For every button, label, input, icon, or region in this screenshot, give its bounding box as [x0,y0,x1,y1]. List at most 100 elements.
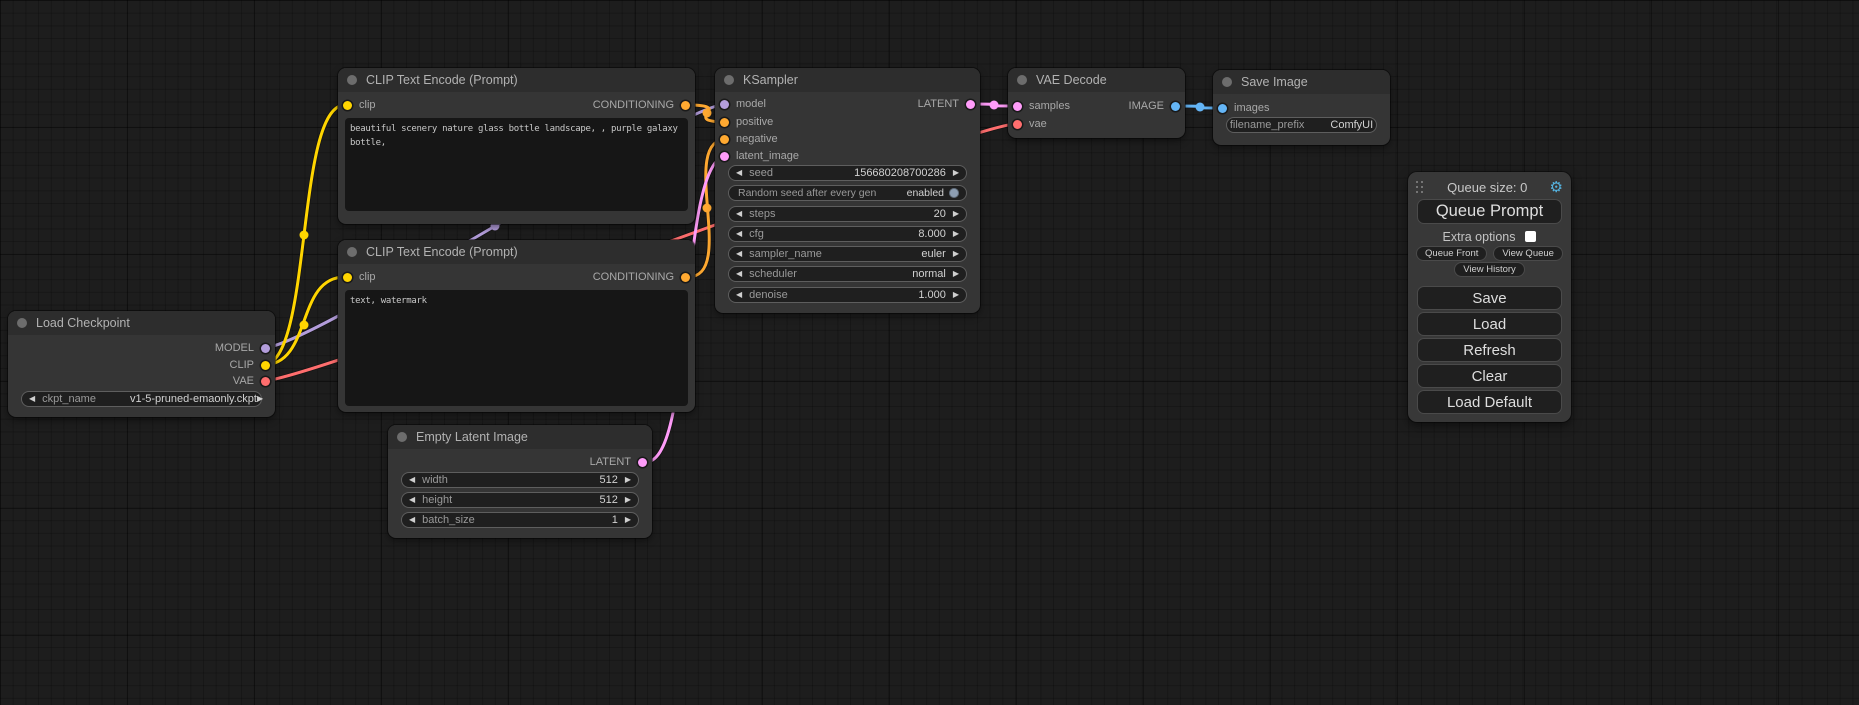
save-button[interactable]: Save [1417,286,1562,310]
node-title-bar[interactable]: KSampler [715,68,980,92]
increment-arrow-icon[interactable]: ▶ [625,516,631,524]
widget-cfg[interactable]: ◀ cfg 8.000 ▶ [728,226,967,242]
increment-arrow-icon[interactable]: ▶ [257,395,263,403]
widget-sampler-name[interactable]: ◀ sampler_name euler ▶ [728,246,967,262]
output-slot-image[interactable] [1171,102,1180,111]
node-clip-text-encode-negative[interactable]: CLIP Text Encode (Prompt) clip CONDITION… [338,240,695,412]
widget-label: height [422,494,452,506]
decrement-arrow-icon[interactable]: ◀ [736,250,742,258]
decrement-arrow-icon[interactable]: ◀ [736,270,742,278]
widget-width[interactable]: ◀ width 512 ▶ [401,472,639,488]
input-slot-images[interactable] [1218,104,1227,113]
output-slot-model[interactable] [261,344,270,353]
node-title-bar[interactable]: VAE Decode [1008,68,1185,92]
input-slot-clip[interactable] [343,273,352,282]
widget-value[interactable]: euler [921,248,945,260]
output-slot-clip[interactable] [261,361,270,370]
decrement-arrow-icon[interactable]: ◀ [409,496,415,504]
decrement-arrow-icon[interactable]: ◀ [409,476,415,484]
collapse-dot-icon[interactable] [724,75,734,85]
queue-front-button[interactable]: Queue Front [1416,246,1487,261]
widget-value[interactable]: 8.000 [918,228,946,240]
load-button[interactable]: Load [1417,312,1562,336]
input-slot-positive[interactable] [720,118,729,127]
widget-value[interactable]: 156680208700286 [854,167,946,179]
collapse-dot-icon[interactable] [17,318,27,328]
increment-arrow-icon[interactable]: ▶ [953,291,959,299]
refresh-button[interactable]: Refresh [1417,338,1562,362]
view-history-button[interactable]: View History [1454,262,1525,277]
input-slot-model[interactable] [720,100,729,109]
input-label-samples: samples [1029,100,1070,112]
output-slot-latent[interactable] [966,100,975,109]
node-title-bar[interactable]: Empty Latent Image [388,425,652,449]
widget-steps[interactable]: ◀ steps 20 ▶ [728,206,967,222]
node-title-bar[interactable]: Save Image [1213,70,1390,94]
widget-batch-size[interactable]: ◀ batch_size 1 ▶ [401,512,639,528]
extra-options-checkbox[interactable] [1525,231,1536,242]
widget-value[interactable]: 512 [599,494,617,506]
widget-value[interactable]: ComfyUI [1330,119,1373,131]
output-slot-conditioning[interactable] [681,273,690,282]
output-slot-conditioning[interactable] [681,101,690,110]
link-dot-image [1196,103,1205,112]
input-slot-negative[interactable] [720,135,729,144]
settings-gear-icon[interactable]: ⚙ [1550,180,1563,195]
increment-arrow-icon[interactable]: ▶ [953,210,959,218]
input-slot-latent-image[interactable] [720,152,729,161]
collapse-dot-icon[interactable] [397,432,407,442]
decrement-arrow-icon[interactable]: ◀ [736,210,742,218]
output-slot-vae[interactable] [261,377,270,386]
increment-arrow-icon[interactable]: ▶ [953,250,959,258]
widget-denoise[interactable]: ◀ denoise 1.000 ▶ [728,287,967,303]
node-ksampler[interactable]: KSampler model LATENT positive negative … [715,68,980,313]
increment-arrow-icon[interactable]: ▶ [625,476,631,484]
view-queue-button[interactable]: View Queue [1493,246,1563,261]
output-slot-latent[interactable] [638,458,647,467]
widget-value[interactable]: 512 [599,474,617,486]
clear-button[interactable]: Clear [1417,364,1562,388]
collapse-dot-icon[interactable] [1017,75,1027,85]
widget-value[interactable]: 1.000 [918,289,946,301]
widget-height[interactable]: ◀ height 512 ▶ [401,492,639,508]
increment-arrow-icon[interactable]: ▶ [953,169,959,177]
widget-scheduler[interactable]: ◀ scheduler normal ▶ [728,266,967,282]
widget-value[interactable]: normal [912,268,946,280]
prompt-textarea[interactable]: text, watermark [345,290,688,406]
decrement-arrow-icon[interactable]: ◀ [736,169,742,177]
collapse-dot-icon[interactable] [347,75,357,85]
widget-value[interactable]: 20 [934,208,946,220]
collapse-dot-icon[interactable] [1222,77,1232,87]
widget-ckpt-name[interactable]: ◀ ckpt_name v1-5-pruned-emaonly.ckpt ▶ [21,391,262,407]
node-title-bar[interactable]: Load Checkpoint [8,311,275,335]
widget-random-seed-toggle[interactable]: Random seed after every gen enabled [728,185,967,201]
node-save-image[interactable]: Save Image images filename_prefix ComfyU… [1213,70,1390,145]
increment-arrow-icon[interactable]: ▶ [953,230,959,238]
node-title-bar[interactable]: CLIP Text Encode (Prompt) [338,240,695,264]
node-load-checkpoint[interactable]: Load Checkpoint MODEL CLIP VAE ◀ ckpt_na… [8,311,275,417]
increment-arrow-icon[interactable]: ▶ [953,270,959,278]
drag-handle-icon[interactable] [1416,181,1425,194]
input-slot-vae[interactable] [1013,120,1022,129]
node-vae-decode[interactable]: VAE Decode samples IMAGE vae [1008,68,1185,138]
prompt-textarea[interactable]: beautiful scenery nature glass bottle la… [345,118,688,211]
increment-arrow-icon[interactable]: ▶ [625,496,631,504]
toggle-dot[interactable] [949,188,959,198]
widget-value[interactable]: v1-5-pruned-emaonly.ckpt [130,393,257,405]
decrement-arrow-icon[interactable]: ◀ [29,395,35,403]
widget-value[interactable]: 1 [612,514,618,526]
input-slot-samples[interactable] [1013,102,1022,111]
collapse-dot-icon[interactable] [347,247,357,257]
widget-filename-prefix[interactable]: filename_prefix ComfyUI [1226,117,1377,133]
load-default-button[interactable]: Load Default [1417,390,1562,414]
input-slot-clip[interactable] [343,101,352,110]
decrement-arrow-icon[interactable]: ◀ [736,291,742,299]
decrement-arrow-icon[interactable]: ◀ [409,516,415,524]
widget-seed[interactable]: ◀ seed 156680208700286 ▶ [728,165,967,181]
decrement-arrow-icon[interactable]: ◀ [736,230,742,238]
node-empty-latent-image[interactable]: Empty Latent Image LATENT ◀ width 512 ▶ … [388,425,652,538]
queue-prompt-button[interactable]: Queue Prompt [1417,199,1562,224]
node-clip-text-encode-positive[interactable]: CLIP Text Encode (Prompt) clip CONDITION… [338,68,695,224]
node-title-bar[interactable]: CLIP Text Encode (Prompt) [338,68,695,92]
graph-canvas[interactable]: Load Checkpoint MODEL CLIP VAE ◀ ckpt_na… [0,0,1859,705]
